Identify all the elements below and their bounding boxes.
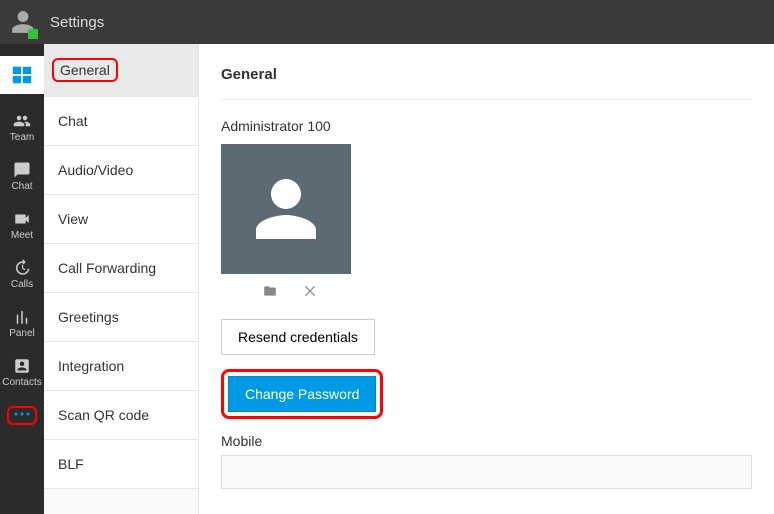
user-name: Administrator 100 — [221, 118, 752, 134]
change-password-button[interactable]: Change Password — [228, 376, 376, 412]
settings-nav-audiovideo[interactable]: Audio/Video — [44, 146, 198, 195]
topbar-avatar[interactable] — [10, 9, 36, 35]
presence-status — [28, 29, 38, 39]
person-icon — [250, 173, 322, 245]
avatar-actions — [221, 284, 752, 303]
windows-icon — [11, 64, 33, 86]
folder-open-icon — [261, 284, 279, 298]
settings-nav-view[interactable]: View — [44, 195, 198, 244]
settings-nav-general[interactable]: General — [44, 44, 198, 97]
left-rail: Team Chat Meet Calls Panel Contacts — [0, 44, 44, 514]
history-icon — [12, 259, 32, 277]
rail-item-panel[interactable]: Panel — [0, 308, 44, 339]
meet-icon — [12, 210, 32, 228]
settings-nav-blf[interactable]: BLF — [44, 440, 198, 489]
close-icon — [303, 284, 317, 298]
rail-item-chat[interactable]: Chat — [0, 161, 44, 192]
profile-avatar — [221, 144, 351, 274]
contacts-icon — [12, 357, 32, 375]
settings-nav-callforwarding[interactable]: Call Forwarding — [44, 244, 198, 293]
highlight-general: General — [52, 58, 118, 82]
remove-avatar-button[interactable] — [303, 284, 317, 303]
content-heading: General — [221, 66, 752, 100]
team-icon — [12, 112, 32, 130]
rail-item-meet[interactable]: Meet — [0, 210, 44, 241]
topbar: Settings — [0, 0, 774, 44]
upload-avatar-button[interactable] — [261, 284, 279, 303]
rail-item-more[interactable] — [0, 406, 44, 425]
rail-item-home[interactable] — [0, 56, 44, 94]
mobile-label: Mobile — [221, 433, 752, 449]
resend-credentials-button[interactable]: Resend credentials — [221, 319, 375, 355]
topbar-title: Settings — [50, 14, 104, 31]
settings-nav-chat[interactable]: Chat — [44, 97, 198, 146]
panel-icon — [12, 308, 32, 326]
highlight-change-password: Change Password — [221, 369, 383, 419]
rail-item-team[interactable]: Team — [0, 112, 44, 143]
mobile-input[interactable] — [221, 455, 752, 489]
content-panel: General Administrator 100 Resend credent… — [199, 44, 774, 514]
settings-nav-scanqr[interactable]: Scan QR code — [44, 391, 198, 440]
settings-nav-greetings[interactable]: Greetings — [44, 293, 198, 342]
rail-item-calls[interactable]: Calls — [0, 259, 44, 290]
chat-icon — [12, 161, 32, 179]
settings-nav: General Chat Audio/Video View Call Forwa… — [44, 44, 199, 514]
rail-item-contacts[interactable]: Contacts — [0, 357, 44, 388]
more-icon — [7, 406, 37, 425]
settings-nav-integration[interactable]: Integration — [44, 342, 198, 391]
